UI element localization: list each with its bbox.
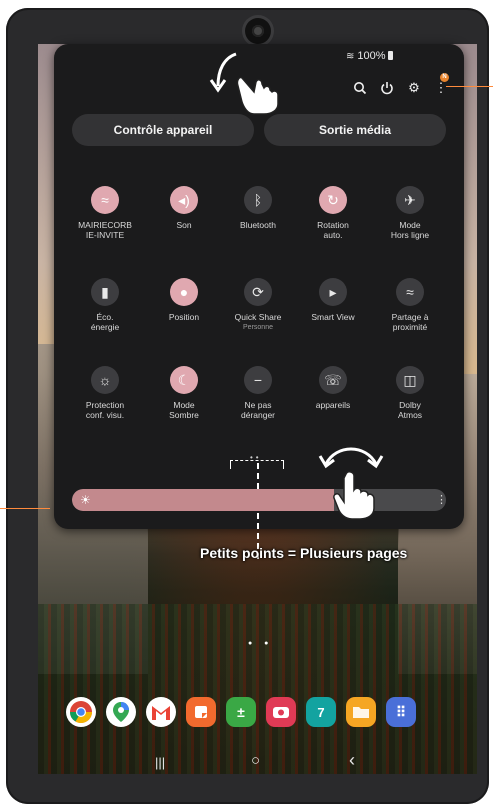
callout-line-right xyxy=(446,86,493,87)
callout-line-left xyxy=(0,508,50,509)
calendar-icon[interactable]: 7 xyxy=(306,697,336,727)
location-icon[interactable]: ● xyxy=(170,278,198,306)
quick-tile-label: Éco. énergie xyxy=(90,312,120,332)
quick-tile-label: Rotation auto. xyxy=(317,220,349,240)
camera-icon xyxy=(245,18,271,44)
quick-tile[interactable]: ≈ MAIRIECORB IE-INVITE xyxy=(66,186,144,240)
quick-tile-label: Ne pas déranger xyxy=(240,400,276,420)
quick-tile[interactable]: ↻ Rotation auto. xyxy=(294,186,372,240)
maps-icon[interactable] xyxy=(106,697,136,727)
gear-icon[interactable]: ⚙ xyxy=(404,78,424,98)
quick-tile-label: Partage à proximité xyxy=(391,312,429,332)
quick-tile[interactable]: ⟳ Quick Share Personne xyxy=(219,278,297,331)
recents-button[interactable]: ||| xyxy=(155,755,165,770)
devices-icon[interactable]: ☏ xyxy=(319,366,347,394)
home-page-indicator: ● ● xyxy=(248,640,274,647)
quick-tile-label: Mode Sombre xyxy=(169,400,199,420)
hand-pointer-icon xyxy=(330,470,376,530)
quick-share-icon[interactable]: ⟳ xyxy=(244,278,272,306)
back-button[interactable]: ‹ xyxy=(349,750,355,771)
quick-tile-sublabel: Personne xyxy=(243,324,273,331)
camera-icon[interactable] xyxy=(266,697,296,727)
wifi-icon[interactable]: ≈ xyxy=(91,186,119,214)
chrome-icon[interactable] xyxy=(66,697,96,727)
wifi-status-icon: ≋ xyxy=(346,51,355,62)
quick-tile-label: Bluetooth xyxy=(240,220,276,230)
home-button[interactable]: ○ xyxy=(251,752,260,769)
quick-tile[interactable]: ᛒ Bluetooth xyxy=(219,186,297,230)
sun-icon: ☀ xyxy=(80,493,91,507)
rotation-icon[interactable]: ↻ xyxy=(319,186,347,214)
quick-tile[interactable]: ▮ Éco. énergie xyxy=(66,278,144,332)
hand-pointer-icon xyxy=(234,70,286,126)
quick-tile-label: Dolby Atmos xyxy=(397,400,423,420)
search-icon[interactable] xyxy=(350,78,370,98)
quick-tile-label: Son xyxy=(176,220,192,230)
quick-tile-label: Smart View xyxy=(311,312,355,322)
calculator-icon[interactable]: ± xyxy=(226,697,256,727)
quick-tile[interactable]: ☼ Protection conf. visu. xyxy=(66,366,144,420)
brightness-more-icon[interactable]: ⋮ xyxy=(436,493,447,507)
quick-tile[interactable]: ◂) Son xyxy=(145,186,223,230)
power-icon[interactable] xyxy=(377,78,397,98)
brightness-slider[interactable] xyxy=(72,489,446,511)
files-icon[interactable] xyxy=(346,697,376,727)
quick-tile-label: Mode Hors ligne xyxy=(390,220,430,240)
battery-icon xyxy=(387,51,393,60)
quick-tile-label: Quick Share xyxy=(234,312,282,322)
quick-tile-label: Protection conf. visu. xyxy=(85,400,125,420)
notes-icon[interactable] xyxy=(186,697,216,727)
eye-comfort-icon[interactable]: ☼ xyxy=(91,366,119,394)
media-output-button[interactable]: Sortie média xyxy=(264,114,446,146)
apps-icon[interactable]: ⠿ xyxy=(386,697,416,727)
quick-tile[interactable]: ◫ Dolby Atmos xyxy=(371,366,449,420)
quick-tile[interactable]: ● Position xyxy=(145,278,223,322)
airplane-icon[interactable]: ✈ xyxy=(396,186,424,214)
quick-tile[interactable]: ▸ Smart View xyxy=(294,278,372,322)
battery-level: 100% xyxy=(357,50,386,62)
bluetooth-icon[interactable]: ᛒ xyxy=(244,186,272,214)
brightness-slider-fill xyxy=(72,489,334,511)
dolby-icon[interactable]: ◫ xyxy=(396,366,424,394)
quick-tile-label: MAIRIECORB IE-INVITE xyxy=(78,220,132,240)
quick-tile-label: appareils xyxy=(315,400,351,410)
device-control-button[interactable]: Contrôle appareil xyxy=(72,114,254,146)
gmail-icon[interactable] xyxy=(146,697,176,727)
quick-tile[interactable]: − Ne pas déranger xyxy=(219,366,297,420)
quick-tile-label: Position xyxy=(168,312,200,322)
annotation-text: Petits points = Plusieurs pages xyxy=(200,545,408,561)
status-bar: ≋ 100% xyxy=(346,50,393,62)
do-not-disturb-icon[interactable]: − xyxy=(244,366,272,394)
quick-tile[interactable]: ≈ Partage à proximité xyxy=(371,278,449,332)
battery-saver-icon[interactable]: ▮ xyxy=(91,278,119,306)
quick-tile[interactable]: ✈ Mode Hors ligne xyxy=(371,186,449,240)
nearby-share-icon[interactable]: ≈ xyxy=(396,278,424,306)
wallpaper-forest xyxy=(38,604,477,774)
dark-mode-icon[interactable]: ☾ xyxy=(170,366,198,394)
smart-view-icon[interactable]: ▸ xyxy=(319,278,347,306)
sound-icon[interactable]: ◂) xyxy=(170,186,198,214)
notification-badge: N xyxy=(440,73,449,82)
quick-tile[interactable]: ☏ appareils xyxy=(294,366,372,410)
quick-tile[interactable]: ☾ Mode Sombre xyxy=(145,366,223,420)
